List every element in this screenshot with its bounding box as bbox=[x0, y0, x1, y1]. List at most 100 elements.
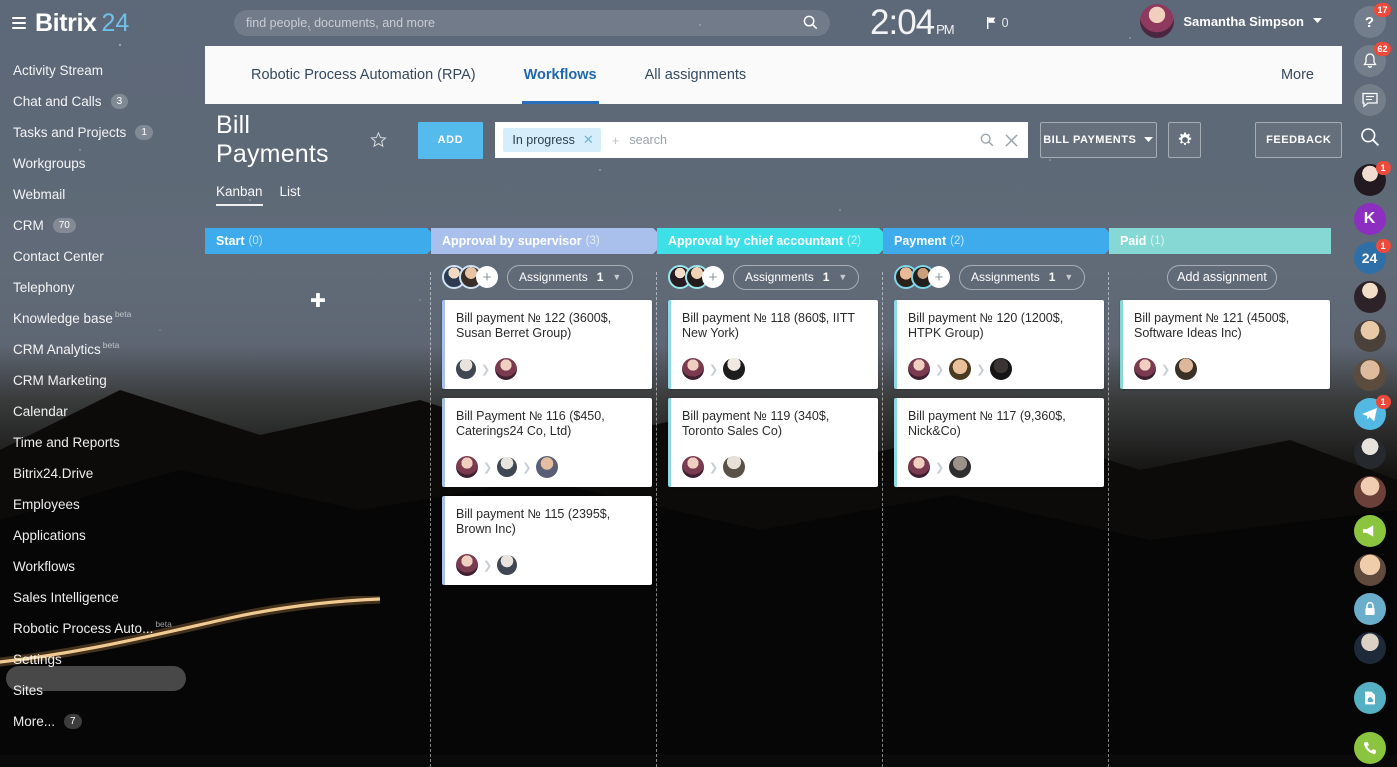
avatar[interactable] bbox=[1140, 4, 1175, 38]
avatar[interactable] bbox=[456, 554, 478, 576]
filter-bar[interactable]: In progress ✕ + search bbox=[495, 122, 1028, 158]
column-header[interactable]: Paid (1) bbox=[1109, 228, 1331, 254]
hamburger-icon[interactable] bbox=[12, 14, 26, 32]
avatar[interactable] bbox=[456, 359, 476, 379]
filter-add-icon[interactable]: + bbox=[612, 133, 620, 148]
sidebar-item-chat-and-calls[interactable]: Chat and Calls 3 bbox=[0, 86, 205, 117]
sidebar-item-crm-marketing[interactable]: CRM Marketing bbox=[0, 365, 205, 396]
star-icon[interactable] bbox=[369, 131, 387, 149]
rail-user-7[interactable] bbox=[1353, 554, 1386, 586]
avatar[interactable] bbox=[1175, 358, 1198, 380]
avatar[interactable] bbox=[723, 456, 746, 478]
rail-user-5[interactable] bbox=[1353, 437, 1386, 469]
sidebar-item-activity-stream[interactable]: Activity Stream bbox=[0, 55, 205, 86]
sidebar-item-tasks-and-projects[interactable]: Tasks and Projects 1 bbox=[0, 117, 205, 148]
add-assignment-button[interactable]: Add assignment bbox=[1167, 264, 1277, 290]
sidebar-item-telephony[interactable]: Telephony bbox=[0, 272, 205, 303]
rail-search-button[interactable] bbox=[1360, 127, 1380, 152]
view-kanban[interactable]: Kanban bbox=[216, 184, 263, 206]
view-list[interactable]: List bbox=[280, 184, 301, 199]
rail-bitrix24-app[interactable]: 24 1 bbox=[1353, 239, 1391, 274]
assignee-avatar-stack[interactable]: + bbox=[894, 265, 950, 289]
chevron-down-icon[interactable] bbox=[1313, 18, 1322, 24]
column-header[interactable]: Approval by supervisor (3) bbox=[431, 228, 666, 254]
sidebar-item-sales-intelligence[interactable]: Sales Intelligence bbox=[0, 582, 205, 613]
rail-marketing-app[interactable] bbox=[1353, 515, 1386, 547]
rail-telegram-app[interactable]: 1 bbox=[1353, 395, 1391, 430]
assignee-avatar-stack[interactable]: + bbox=[668, 265, 724, 289]
sidebar-item-calendar[interactable]: Calendar bbox=[0, 396, 205, 427]
assignments-button[interactable]: Assignments 1 ▼ bbox=[733, 264, 860, 290]
close-icon[interactable]: ✕ bbox=[583, 132, 594, 148]
avatar[interactable] bbox=[536, 456, 559, 478]
sidebar-item-webmail[interactable]: Webmail bbox=[0, 179, 205, 210]
notifications-button[interactable]: 62 bbox=[1353, 42, 1391, 77]
rail-user-8[interactable] bbox=[1353, 632, 1386, 664]
search-icon[interactable] bbox=[803, 15, 818, 30]
sidebar-item-contact-center[interactable]: Contact Center bbox=[0, 241, 205, 272]
add-assignee-icon[interactable]: + bbox=[476, 266, 498, 288]
sidebar-item-robotic-process-automation[interactable]: Robotic Process Auto... beta bbox=[0, 613, 205, 644]
avatar[interactable] bbox=[456, 456, 478, 478]
tab-more[interactable]: More bbox=[1257, 46, 1342, 104]
sidebar-item-more[interactable]: More... 7 bbox=[0, 706, 205, 737]
user-menu[interactable]: Samantha Simpson bbox=[1140, 4, 1322, 38]
sidebar-item-time-and-reports[interactable]: Time and Reports bbox=[0, 427, 205, 458]
avatar[interactable] bbox=[1134, 358, 1156, 380]
add-assignee-icon[interactable]: + bbox=[702, 266, 724, 288]
sidebar-item-knowledge-base[interactable]: Knowledge base beta bbox=[0, 303, 205, 334]
plus-icon[interactable]: ✚ bbox=[205, 290, 431, 313]
avatar[interactable] bbox=[908, 358, 930, 380]
rail-user-4[interactable] bbox=[1353, 359, 1386, 391]
sidebar-item-workflows[interactable]: Workflows bbox=[0, 551, 205, 582]
avatar[interactable] bbox=[497, 457, 518, 477]
avatar[interactable] bbox=[497, 555, 518, 575]
tab-workflows[interactable]: Workflows bbox=[500, 46, 621, 104]
settings-button[interactable] bbox=[1167, 122, 1202, 158]
app-logo[interactable]: Bitrix 24 bbox=[0, 9, 205, 38]
sidebar-item-sites[interactable]: Sites bbox=[0, 675, 205, 706]
rail-user-2[interactable] bbox=[1353, 281, 1386, 313]
help-button[interactable]: ? 17 bbox=[1353, 3, 1391, 38]
assignments-button[interactable]: Assignments 1 ▼ bbox=[959, 264, 1086, 290]
sidebar-item-crm[interactable]: CRM 70 bbox=[0, 210, 205, 241]
rail-user-6[interactable] bbox=[1353, 476, 1386, 508]
kanban-card[interactable]: Bill payment № 121 (4500$, Software Idea… bbox=[1120, 300, 1330, 389]
avatar[interactable] bbox=[990, 358, 1013, 380]
global-search-input[interactable]: find people, documents, and more bbox=[234, 10, 830, 36]
avatar[interactable] bbox=[682, 456, 704, 478]
avatar[interactable] bbox=[908, 456, 930, 478]
rail-user-1[interactable]: 1 bbox=[1353, 161, 1391, 196]
rail-documents-app[interactable] bbox=[1353, 682, 1386, 714]
entity-dropdown-button[interactable]: BILL PAYMENTS bbox=[1039, 122, 1157, 158]
rail-secure-app[interactable] bbox=[1353, 593, 1386, 625]
close-icon[interactable] bbox=[1005, 133, 1018, 147]
rail-phone-app[interactable] bbox=[1353, 732, 1386, 764]
kanban-card[interactable]: Bill payment № 117 (9,360$, Nick&Co) ❯ bbox=[894, 398, 1104, 487]
sidebar-item-crm-analytics[interactable]: CRM Analytics beta bbox=[0, 334, 205, 365]
filter-chip-in-progress[interactable]: In progress ✕ bbox=[503, 128, 601, 152]
kanban-card[interactable]: Bill Payment № 116 ($450, Caterings24 Co… bbox=[442, 398, 652, 487]
kanban-card[interactable]: Bill payment № 119 (340$, Toronto Sales … bbox=[668, 398, 878, 487]
search-icon[interactable] bbox=[980, 133, 994, 147]
column-header[interactable]: Approval by chief accountant (2) bbox=[657, 228, 892, 254]
sidebar-item-bitrix24-drive[interactable]: Bitrix24.Drive bbox=[0, 458, 205, 489]
kanban-card[interactable]: Bill payment № 120 (1200$, HTPK Group) ❯… bbox=[894, 300, 1104, 389]
avatar[interactable] bbox=[495, 358, 518, 380]
column-header[interactable]: Start (0) bbox=[205, 228, 440, 254]
kanban-card[interactable]: Bill payment № 115 (2395$, Brown Inc) ❯ bbox=[442, 496, 652, 585]
kanban-card[interactable]: Bill payment № 118 (860$, IITT New York)… bbox=[668, 300, 878, 389]
kanban-card[interactable]: Bill payment № 122 (3600$, Susan Berret … bbox=[442, 300, 652, 389]
avatar[interactable] bbox=[949, 358, 972, 380]
add-assignee-icon[interactable]: + bbox=[928, 266, 950, 288]
assignee-avatar-stack[interactable]: + bbox=[442, 265, 498, 289]
tab-rpa[interactable]: Robotic Process Automation (RPA) bbox=[227, 46, 500, 104]
feedback-button[interactable]: FEEDBACK bbox=[1255, 122, 1342, 158]
rail-k-app[interactable]: K bbox=[1353, 203, 1386, 235]
rail-user-3[interactable] bbox=[1353, 320, 1386, 352]
column-header[interactable]: Payment (2) bbox=[883, 228, 1118, 254]
sidebar-item-employees[interactable]: Employees bbox=[0, 489, 205, 520]
flag-counter[interactable]: 0 bbox=[986, 16, 1009, 30]
assignments-button[interactable]: Assignments 1 ▼ bbox=[507, 264, 634, 290]
sidebar-item-settings[interactable]: Settings bbox=[0, 644, 205, 675]
